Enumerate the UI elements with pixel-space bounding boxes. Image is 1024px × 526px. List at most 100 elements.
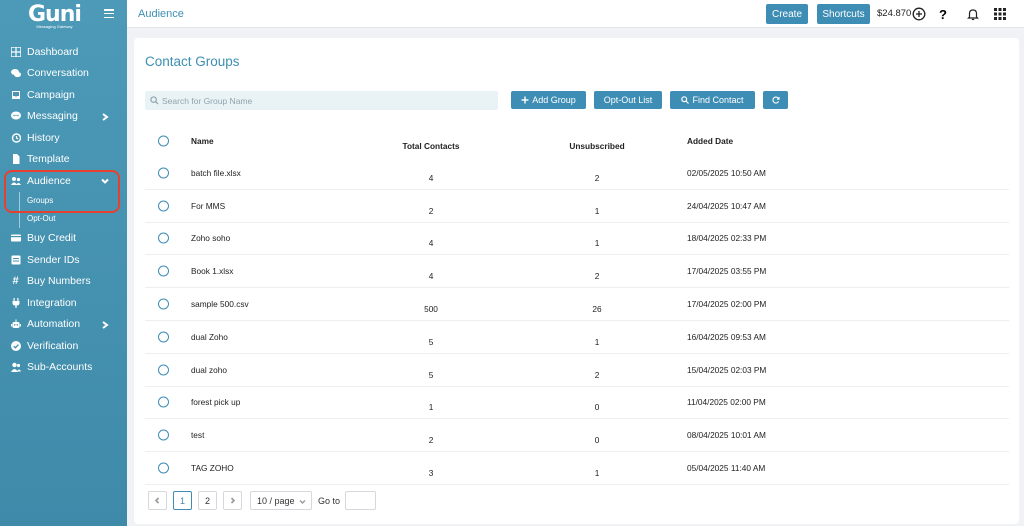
row-select-radio[interactable] — [158, 298, 169, 310]
find-contact-label: Find Contact — [692, 95, 744, 105]
header-name: Name — [191, 135, 214, 146]
select-all-radio[interactable] — [158, 135, 169, 146]
table-row[interactable]: batch file.xlsx 4 2 02/05/2025 10:50 AM — [145, 157, 1009, 190]
id-card-icon — [10, 254, 21, 265]
added-date-cell: 11/04/2025 02:00 PM — [687, 397, 766, 408]
chevron-right-icon — [101, 320, 109, 329]
page-size-value: 10 / page — [257, 495, 295, 506]
sidebar-subitem-opt-out[interactable]: Opt-Out — [20, 210, 127, 228]
inbox-icon — [10, 89, 21, 100]
search-icon — [681, 96, 690, 104]
prev-page-button[interactable] — [148, 491, 167, 510]
row-select-radio[interactable] — [158, 364, 169, 376]
check-circle-icon — [10, 340, 21, 351]
dashboard-icon — [10, 46, 21, 57]
search-icon — [150, 96, 159, 105]
group-name: forest pick up — [191, 397, 241, 408]
sidebar-item-audience[interactable]: Audience — [0, 170, 127, 192]
row-select-radio[interactable] — [158, 396, 169, 408]
row-select-radio[interactable] — [158, 232, 169, 244]
sidebar-item-conversation[interactable]: Conversation — [0, 63, 127, 85]
sidebar-item-sender-ids[interactable]: Sender IDs — [0, 249, 127, 271]
add-group-button[interactable]: Add Group — [511, 91, 586, 109]
sidebar-item-automation[interactable]: Automation — [0, 314, 127, 336]
group-name: sample 500.csv — [191, 299, 249, 310]
sidebar-item-label: Buy Numbers — [27, 275, 91, 288]
users-icon — [10, 175, 21, 186]
menu-toggle-icon[interactable] — [104, 9, 114, 19]
group-name: Zoho soho — [191, 233, 231, 244]
row-select-radio[interactable] — [158, 429, 169, 441]
sidebar-item-campaign[interactable]: Campaign — [0, 84, 127, 106]
sidebar-item-buy-numbers[interactable]: # Buy Numbers — [0, 271, 127, 293]
table-row[interactable]: dual zoho 5 2 15/04/2025 02:03 PM — [145, 354, 1009, 387]
chevron-down-icon — [101, 176, 109, 184]
balance-amount: $24.870 — [877, 8, 912, 19]
bell-icon[interactable] — [965, 6, 981, 22]
message-icon — [10, 111, 21, 122]
row-select-radio[interactable] — [158, 331, 169, 343]
sidebar-item-template[interactable]: Template — [0, 149, 127, 171]
apps-grid-icon[interactable] — [992, 6, 1008, 22]
added-date-cell: 17/04/2025 02:00 PM — [687, 299, 767, 310]
added-date-cell: 05/04/2025 11:40 AM — [687, 463, 766, 474]
next-page-button[interactable] — [223, 491, 242, 510]
page-1-button[interactable]: 1 — [173, 491, 192, 510]
table-body: batch file.xlsx 4 2 02/05/2025 10:50 AM For … — [145, 157, 1009, 485]
sidebar-item-dashboard[interactable]: Dashboard — [0, 41, 127, 63]
table-row[interactable]: Book 1.xlsx 4 2 17/04/2025 03:55 PM — [145, 255, 1009, 289]
added-date-cell: 08/04/2025 10:01 AM — [687, 430, 766, 441]
sidebar-item-label: History — [27, 131, 60, 144]
page-size-select[interactable]: 10 / page — [250, 491, 312, 510]
sidebar-item-label: Audience — [27, 174, 71, 187]
file-icon — [10, 154, 21, 165]
help-icon[interactable]: ? — [935, 6, 951, 22]
group-name: For MMS — [191, 200, 226, 211]
table-row[interactable]: For MMS 2 1 24/04/2025 10:47 AM — [145, 190, 1009, 223]
table-row[interactable]: forest pick up 1 0 11/04/2025 02:00 PM — [145, 387, 1009, 420]
goto-page-input[interactable] — [345, 491, 377, 510]
chevron-left-icon — [154, 497, 160, 504]
sidebar-item-history[interactable]: History — [0, 127, 127, 149]
page-title: Contact Groups — [145, 54, 240, 69]
group-name: test — [191, 430, 205, 441]
add-balance-icon[interactable] — [911, 6, 927, 22]
sidebar-item-sub-accounts[interactable]: Sub-Accounts — [0, 357, 127, 379]
user-group-icon — [10, 362, 21, 373]
contact-groups-table: Name Total Contacts Unsubscribed Added D… — [145, 124, 1009, 485]
sidebar-item-label: Messaging — [27, 110, 78, 123]
table-row[interactable]: sample 500.csv 500 26 17/04/2025 02:00 PM — [145, 288, 1009, 321]
sidebar-item-label: Conversation — [27, 67, 89, 80]
table-row[interactable]: test 2 0 08/04/2025 10:01 AM — [145, 419, 1009, 453]
added-date-cell: 24/04/2025 10:47 AM — [687, 200, 766, 211]
create-button[interactable]: Create — [766, 4, 808, 24]
sidebar-item-messaging[interactable]: Messaging — [0, 106, 127, 128]
table-row[interactable]: TAG ZOHO 3 1 05/04/2025 11:40 AM — [145, 452, 1009, 485]
table-row[interactable]: dual Zoho 5 1 16/04/2025 09:53 AM — [145, 321, 1009, 354]
row-select-radio[interactable] — [158, 462, 169, 474]
shortcuts-button[interactable]: Shortcuts — [817, 4, 870, 24]
sidebar-item-verification[interactable]: Verification — [0, 335, 127, 357]
refresh-button[interactable] — [763, 91, 788, 109]
find-contact-button[interactable]: Find Contact — [670, 91, 755, 109]
row-select-radio[interactable] — [158, 265, 169, 277]
sidebar-subitem-groups[interactable]: Groups — [20, 192, 127, 210]
row-select-radio[interactable] — [158, 200, 169, 212]
added-date-cell: 02/05/2025 10:50 AM — [687, 167, 766, 178]
sidebar-item-label: Verification — [27, 339, 79, 352]
group-name: dual zoho — [191, 364, 227, 375]
header-added-date: Added Date — [687, 135, 734, 146]
table-row[interactable]: Zoho soho 4 1 18/04/2025 02:33 PM — [145, 223, 1009, 256]
page-2-button[interactable]: 2 — [198, 491, 217, 510]
row-select-radio[interactable] — [158, 167, 169, 179]
sidebar-item-label: Integration — [27, 296, 77, 309]
search-input[interactable] — [145, 91, 498, 110]
logo[interactable]: Guni Messaging Gateway — [28, 3, 82, 29]
robot-icon — [10, 319, 21, 330]
plus-icon — [521, 96, 529, 104]
opt-out-list-button[interactable]: Opt-Out List — [594, 91, 662, 109]
goto-label: Go to — [318, 495, 341, 506]
sidebar-item-buy-credit[interactable]: Buy Credit — [0, 228, 127, 250]
sidebar-nav: Dashboard Conversation Campaign Messagin… — [0, 41, 127, 378]
sidebar-item-integration[interactable]: Integration — [0, 292, 127, 314]
